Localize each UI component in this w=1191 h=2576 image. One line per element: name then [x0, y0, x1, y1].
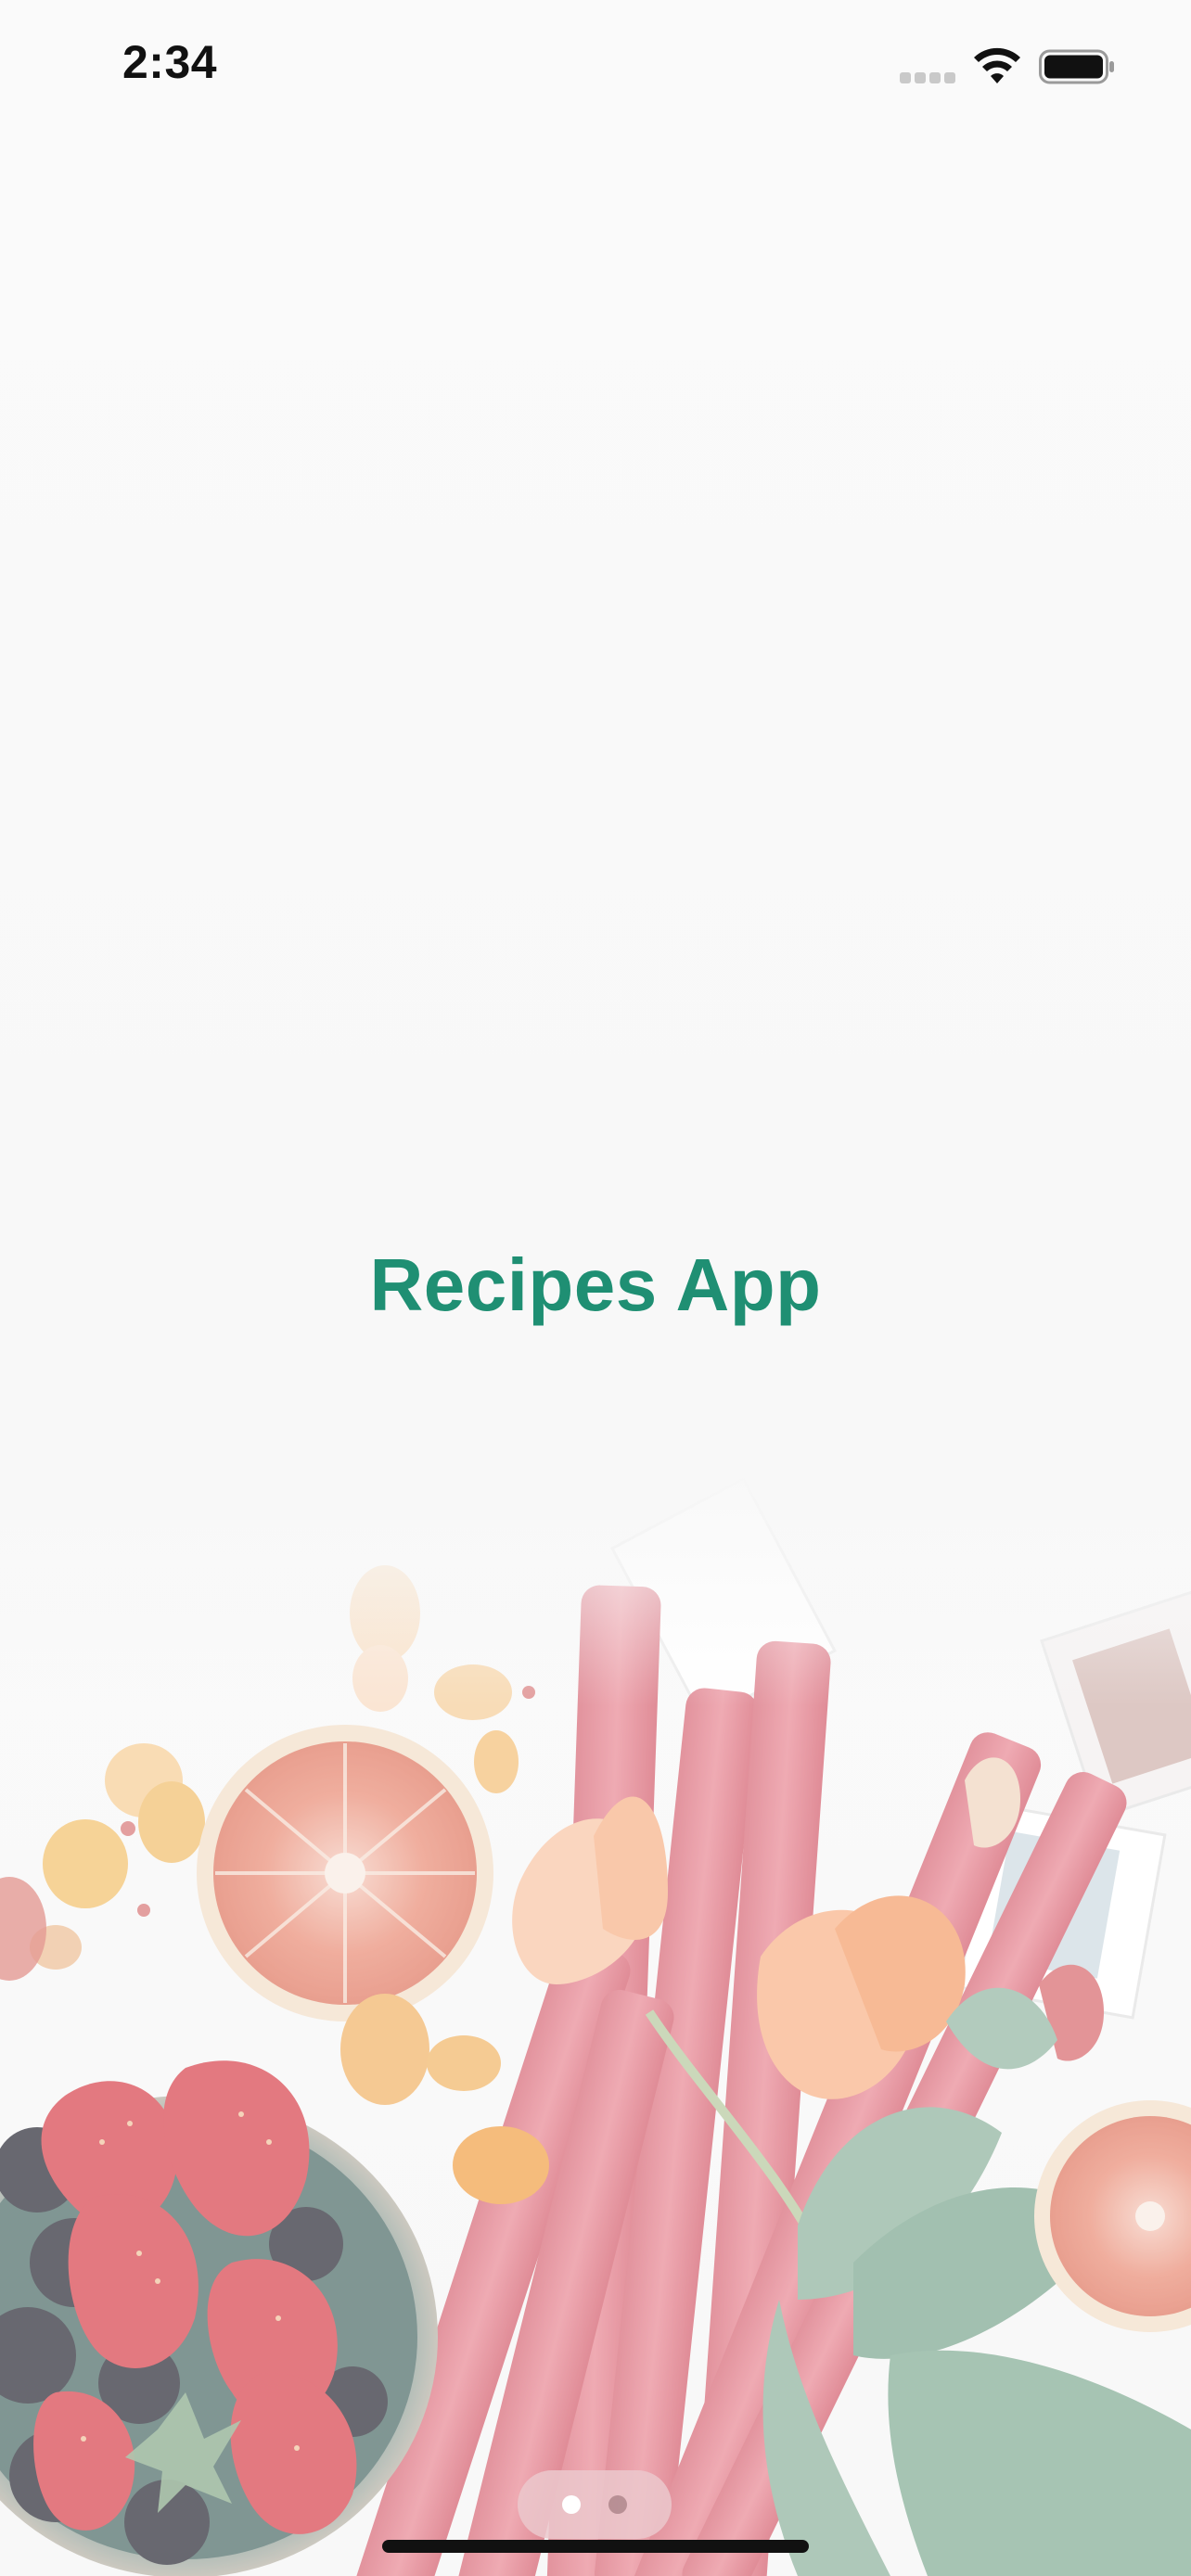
page-dot-2[interactable]: [608, 2495, 627, 2514]
splash-screen: 2:34 Recipes App: [0, 0, 1191, 2576]
food-background-image: [0, 1465, 1191, 2576]
cellular-signal-icon: [900, 72, 957, 83]
status-bar: 2:34: [0, 0, 1191, 130]
wifi-icon: [974, 47, 1020, 83]
page-dot-1[interactable]: [562, 2495, 581, 2514]
app-title: Recipes App: [369, 1243, 822, 1326]
home-indicator[interactable]: [382, 2540, 809, 2553]
page-indicator[interactable]: [518, 2470, 672, 2539]
battery-icon: [1039, 49, 1114, 84]
status-time: 2:34: [122, 36, 218, 88]
